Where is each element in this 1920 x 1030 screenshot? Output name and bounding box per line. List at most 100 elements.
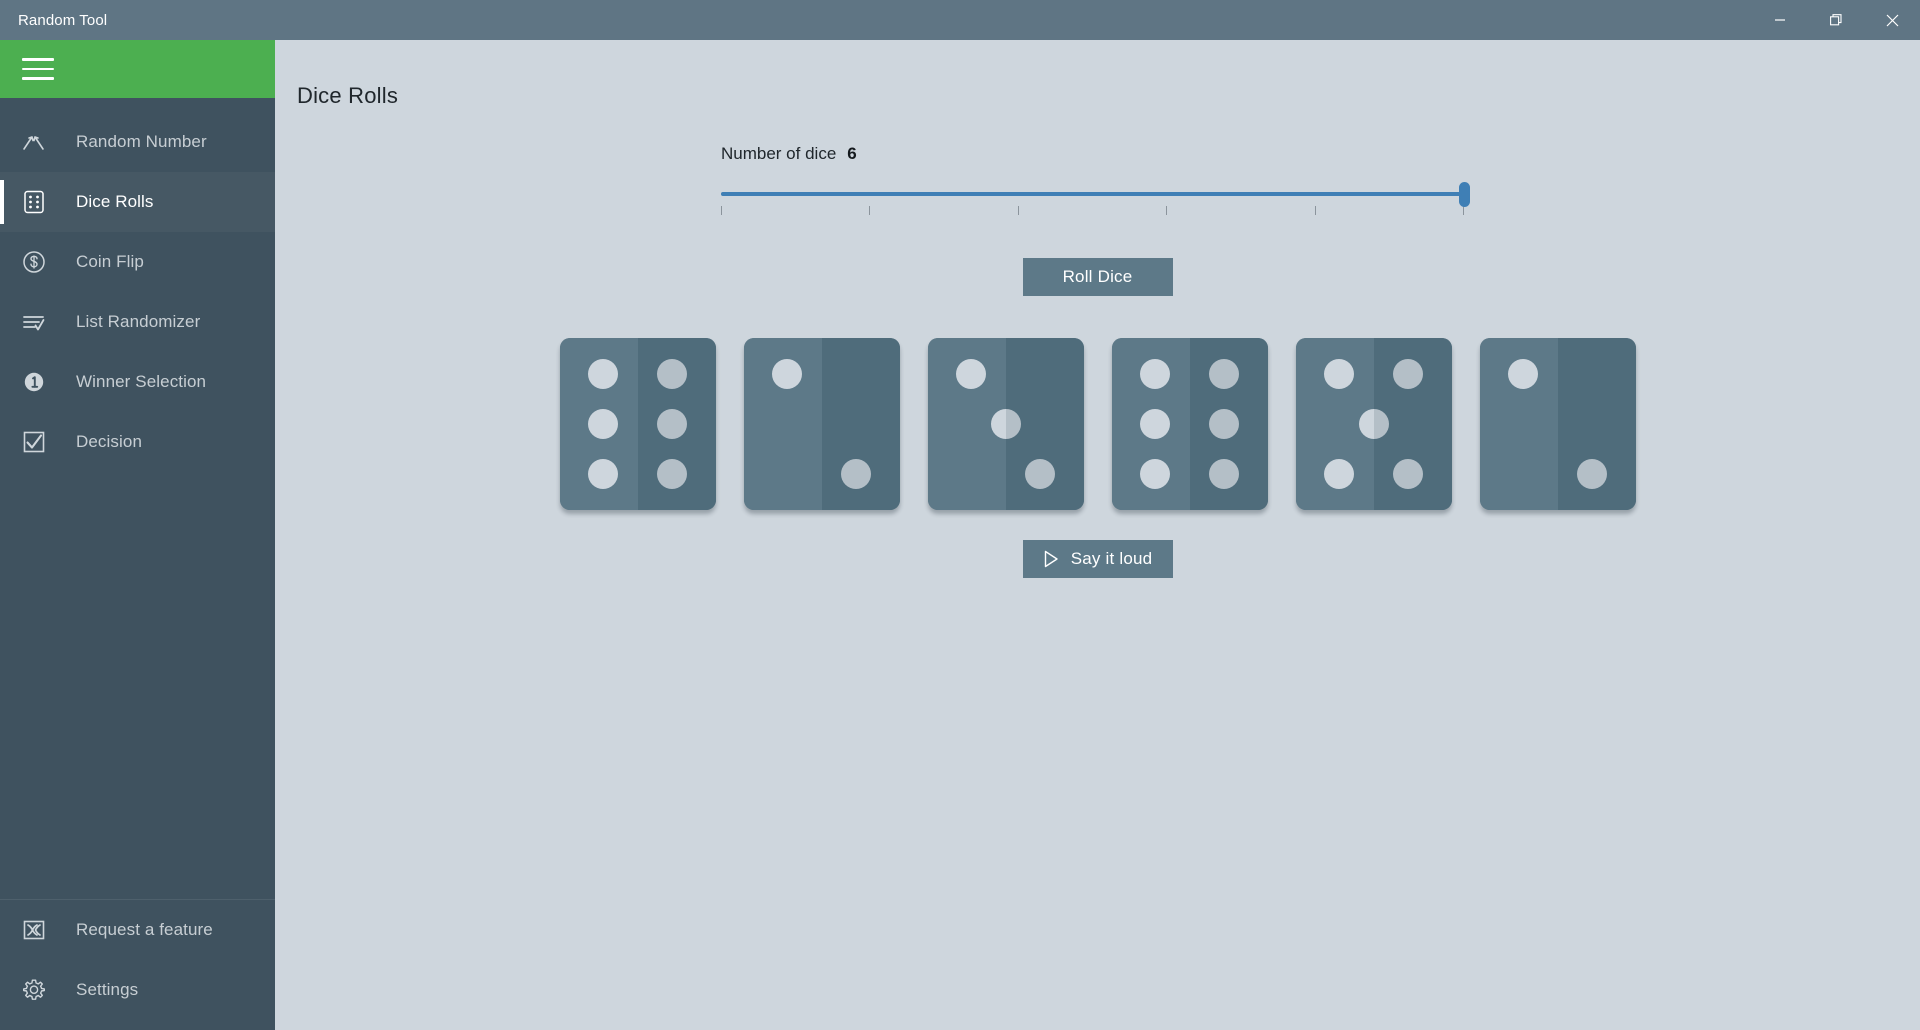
list-check-icon xyxy=(12,309,56,335)
sidebar: Random Number Dice Rolls Coin Flip List … xyxy=(0,40,275,1030)
sidebar-item-dice-rolls[interactable]: Dice Rolls xyxy=(0,172,275,232)
sidebar-item-label: Coin Flip xyxy=(76,252,144,271)
die-pip xyxy=(1358,409,1389,439)
main-content: Dice Rolls Number of dice 6 Roll Dice Sa… xyxy=(275,40,1920,1030)
die-pip xyxy=(1324,359,1355,390)
hamburger-line xyxy=(22,58,54,61)
die-pip xyxy=(1576,458,1607,489)
slider-label: Number of dice xyxy=(721,144,837,163)
hamburger-icon[interactable] xyxy=(18,49,58,89)
dice-icon xyxy=(12,189,56,215)
hamburger-line xyxy=(22,77,54,80)
die xyxy=(743,338,900,510)
minimize-button[interactable] xyxy=(1752,0,1808,40)
window-title: Random Tool xyxy=(18,11,108,29)
die-pip xyxy=(1024,458,1055,489)
die-pips xyxy=(928,338,1084,510)
die xyxy=(1295,338,1452,510)
sidebar-item-list-randomizer[interactable]: List Randomizer xyxy=(0,292,275,352)
menu-toggle-bar[interactable] xyxy=(0,40,275,98)
slider-thumb[interactable] xyxy=(1459,182,1470,207)
die-pips xyxy=(744,338,900,510)
play-icon xyxy=(1043,550,1059,568)
die-pip xyxy=(1208,458,1239,489)
checkbox-checked-icon xyxy=(12,429,56,455)
die xyxy=(927,338,1084,510)
sidebar-item-label: Random Number xyxy=(76,132,207,151)
die-pip xyxy=(588,409,619,439)
die-pip xyxy=(1508,359,1539,390)
sidebar-item-settings[interactable]: Settings xyxy=(0,960,275,1020)
die-pip xyxy=(1324,458,1355,489)
sidebar-item-request-a-feature[interactable]: Request a feature xyxy=(0,900,275,960)
sidebar-item-label: List Randomizer xyxy=(76,312,201,331)
slider-value: 6 xyxy=(847,144,857,163)
die-pip xyxy=(1140,359,1171,390)
dice-results xyxy=(559,338,1636,510)
close-button[interactable] xyxy=(1864,0,1920,40)
die-pip xyxy=(1208,409,1239,439)
die xyxy=(559,338,716,510)
dice-count-slider[interactable] xyxy=(719,182,1470,226)
die-pip xyxy=(656,359,687,390)
say-it-loud-button[interactable]: Say it loud xyxy=(1022,540,1173,578)
slider-tick xyxy=(1463,206,1464,215)
sidebar-item-label: Settings xyxy=(76,980,139,999)
say-it-loud-label: Say it loud xyxy=(1070,549,1153,568)
die-pip xyxy=(990,409,1021,439)
sidebar-item-coin-flip[interactable]: Coin Flip xyxy=(0,232,275,292)
die xyxy=(1111,338,1268,510)
coin-icon xyxy=(12,249,56,275)
restore-icon xyxy=(1829,13,1843,27)
sidebar-footer-nav: Request a feature Settings xyxy=(0,899,275,1030)
die-pip xyxy=(656,458,687,489)
die-pips xyxy=(1296,338,1452,510)
die-pips xyxy=(560,338,716,510)
content-center-column: Number of dice 6 Roll Dice Say it loud xyxy=(275,144,1920,578)
sidebar-item-label: Winner Selection xyxy=(76,372,207,391)
slider-tick xyxy=(1314,206,1316,215)
feedback-icon xyxy=(12,917,56,943)
dice-count-control: Number of dice 6 xyxy=(719,144,1470,226)
die-pip xyxy=(1392,458,1423,489)
die-pip xyxy=(656,409,687,439)
slider-tick xyxy=(1166,206,1168,215)
die-pip xyxy=(588,458,619,489)
random-number-icon xyxy=(12,129,56,155)
die-pip xyxy=(1208,359,1239,390)
sidebar-item-winner-selection[interactable]: Winner Selection xyxy=(0,352,275,412)
slider-label-row: Number of dice 6 xyxy=(719,144,1469,164)
window-body: Random Number Dice Rolls Coin Flip List … xyxy=(0,40,1920,1030)
sidebar-item-label: Decision xyxy=(76,432,142,451)
die-pip xyxy=(588,359,619,390)
slider-tick xyxy=(1017,206,1019,215)
sidebar-item-label: Request a feature xyxy=(76,920,213,939)
die-pip xyxy=(772,359,803,390)
die-pips xyxy=(1480,338,1636,510)
die-pip xyxy=(1392,359,1423,390)
die-pip xyxy=(1140,458,1171,489)
slider-tick xyxy=(721,206,722,215)
page-title: Dice Rolls xyxy=(297,83,399,108)
sidebar-item-label: Dice Rolls xyxy=(76,192,154,211)
title-bar: Random Tool xyxy=(0,0,1920,40)
sidebar-item-decision[interactable]: Decision xyxy=(0,412,275,472)
sidebar-nav: Random Number Dice Rolls Coin Flip List … xyxy=(0,98,275,899)
die-pip xyxy=(1140,409,1171,439)
app-window: Random Tool Random Number Dice Rolls Coi… xyxy=(0,0,1920,1030)
number-one-circle-icon xyxy=(12,369,56,395)
slider-tick xyxy=(869,206,871,215)
close-icon xyxy=(1886,14,1899,27)
hamburger-line xyxy=(22,67,54,71)
slider-fill xyxy=(721,192,1466,196)
gear-icon xyxy=(12,977,56,1003)
sidebar-item-random-number[interactable]: Random Number xyxy=(0,112,275,172)
die-pip xyxy=(840,458,871,489)
die-pip xyxy=(956,359,987,390)
maximize-button[interactable] xyxy=(1808,0,1864,40)
die xyxy=(1479,338,1636,510)
roll-dice-button[interactable]: Roll Dice xyxy=(1022,258,1173,296)
minimize-icon xyxy=(1774,14,1786,26)
die-pips xyxy=(1112,338,1268,510)
slider-ticks xyxy=(721,206,1469,218)
